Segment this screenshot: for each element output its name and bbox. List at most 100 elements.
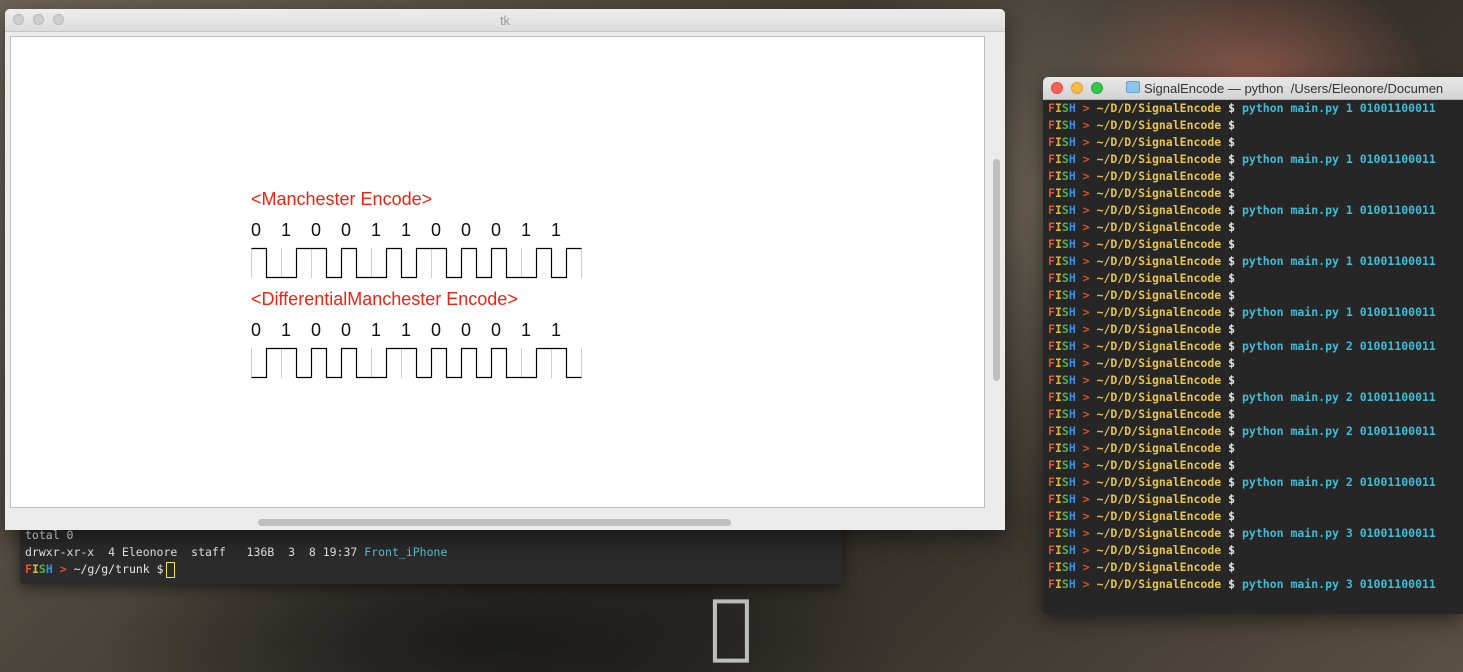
tk-titlebar[interactable]: tk (5, 9, 1005, 32)
fish-letter: H (1068, 407, 1076, 421)
fish-letter: H (1068, 543, 1076, 557)
manchester-waveform (251, 247, 582, 279)
terminal-output-line: drwxr-xr-x 4 Eleonore staff 136B 3 8 19:… (25, 544, 447, 561)
prompt-arrow: > (1082, 424, 1090, 438)
terminal-output[interactable]: FISH > ~/D/D/SignalEncode $ python main.… (1048, 100, 1436, 593)
fish-letter: I (1054, 118, 1062, 132)
prompt-arrow: > (1082, 118, 1090, 132)
prompt-path: ~/D/D/SignalEncode (1096, 339, 1222, 353)
bit-label: 0 (491, 220, 502, 240)
command-text: python main.py 1 01001100011 (1242, 101, 1436, 115)
fish-letter: S (1061, 390, 1069, 404)
bit-label: 0 (341, 220, 352, 240)
tk-window[interactable]: tk <Manchester Encode> 01001100011 <Diff… (5, 9, 1005, 530)
prompt-path: ~/D/D/SignalEncode (1096, 118, 1222, 132)
bit-label: 1 (551, 320, 562, 340)
prompt-arrow: > (1082, 492, 1090, 506)
fish-letter: F (1048, 220, 1055, 234)
terminal-prompt-line: FISH > ~/D/D/SignalEncode $ (1048, 134, 1436, 151)
prompt-symbol: $ (1228, 407, 1236, 421)
listing-text: drwxr-xr-x 4 Eleonore staff 136B 3 8 19:… (25, 545, 358, 559)
prompt-arrow: > (1082, 407, 1090, 421)
terminal-prompt-line: FISH > ~/D/D/SignalEncode $ (1048, 457, 1436, 474)
signal-trace (251, 247, 582, 279)
fish-letter: H (1068, 203, 1076, 217)
terminal-prompt-line[interactable]: FISH > ~/g/g/trunk $ (25, 561, 175, 578)
bit-label: 0 (311, 220, 322, 240)
vertical-scrollbar[interactable] (993, 159, 1000, 381)
bit-label: 0 (431, 320, 442, 340)
prompt-symbol: $ (1228, 271, 1236, 285)
terminal-prompt-line: FISH > ~/D/D/SignalEncode $ python main.… (1048, 525, 1436, 542)
prompt-path: ~/D/D/SignalEncode (1096, 526, 1222, 540)
bit-label: 0 (431, 220, 442, 240)
fish-letter: H (1068, 509, 1076, 523)
fish-letter: H (1068, 135, 1076, 149)
fish-letter: I (1054, 203, 1062, 217)
fish-letter: S (1061, 118, 1069, 132)
close-button[interactable] (1051, 82, 1063, 94)
fish-letter: S (1061, 135, 1069, 149)
fish-letter: F (1048, 577, 1055, 591)
prompt-arrow: > (1082, 560, 1090, 574)
directory-name: Front_iPhone (364, 545, 448, 559)
fish-letter: I (1054, 475, 1062, 489)
fish-letter: F (1048, 390, 1055, 404)
encoding-canvas[interactable]: <Manchester Encode> 01001100011 <Differe… (10, 36, 985, 508)
fish-letter: F (1048, 288, 1055, 302)
fish-letter: H (1068, 118, 1076, 132)
fish-letter: S (1061, 492, 1069, 506)
prompt-path: ~/D/D/SignalEncode (1096, 475, 1222, 489)
fish-letter: F (1048, 203, 1055, 217)
fish-letter: S (1061, 373, 1069, 387)
fish-letter: I (1054, 288, 1062, 302)
command-text: python main.py 2 01001100011 (1242, 390, 1436, 404)
terminal-prompt-line: FISH > ~/D/D/SignalEncode $ python main.… (1048, 338, 1436, 355)
bit-label: 0 (251, 220, 262, 240)
fish-letter: H (1068, 254, 1076, 268)
fish-letter: I (1054, 356, 1062, 370)
zoom-button[interactable] (1091, 82, 1103, 94)
prompt-arrow: > (1082, 237, 1090, 251)
terminal-titlebar[interactable]: SignalEncode — python /Users/Eleonore/Do… (1043, 77, 1463, 100)
fish-letter: I (1054, 237, 1062, 251)
fish-letter: H (1068, 424, 1076, 438)
fish-letter: S (1061, 356, 1069, 370)
terminal-prompt-line: FISH > ~/D/D/SignalEncode $ (1048, 355, 1436, 372)
terminal-prompt-line: FISH > ~/D/D/SignalEncode $ (1048, 559, 1436, 576)
minimize-button[interactable] (1071, 82, 1083, 94)
fish-letter: F (1048, 101, 1055, 115)
command-text: python main.py 2 01001100011 (1242, 475, 1436, 489)
prompt-arrow: > (1082, 458, 1090, 472)
terminal-prompt-line: FISH > ~/D/D/SignalEncode $ (1048, 168, 1436, 185)
prompt-arrow: > (1082, 135, 1090, 149)
bit-label: 0 (341, 320, 352, 340)
fish-letter: S (1061, 509, 1069, 523)
prompt-symbol: $ (1228, 135, 1236, 149)
signalencode-terminal-window[interactable]: SignalEncode — python /Users/Eleonore/Do… (1043, 77, 1463, 614)
fish-letter: F (1048, 305, 1055, 319)
fish-letter: I (1054, 169, 1062, 183)
prompt-path: ~/D/D/SignalEncode (1096, 271, 1222, 285)
bit-label: 1 (401, 320, 412, 340)
bit-label: 0 (251, 320, 262, 340)
fish-letter: H (1068, 356, 1076, 370)
fish-letter: H (1068, 492, 1076, 506)
fish-letter: I (1054, 543, 1062, 557)
fish-letter: S (1061, 220, 1069, 234)
horizontal-scrollbar[interactable] (258, 519, 731, 526)
fish-letter: I (1054, 390, 1062, 404)
prompt-path: ~/D/D/SignalEncode (1096, 373, 1222, 387)
fish-letter: S (1061, 305, 1069, 319)
terminal-prompt-line: FISH > ~/D/D/SignalEncode $ (1048, 117, 1436, 134)
bit-label: 0 (311, 320, 322, 340)
prompt-symbol: $ (1228, 118, 1236, 132)
prompt-path: ~/D/D/SignalEncode (1096, 135, 1222, 149)
prompt-path: ~/D/D/SignalEncode (1096, 356, 1222, 370)
fish-letter: S (1061, 577, 1069, 591)
fish-letter: H (1068, 390, 1076, 404)
fish-letter: F (1048, 543, 1055, 557)
fish-letter: I (1054, 271, 1062, 285)
bit-label: 0 (461, 220, 472, 240)
fish-letter: I (1054, 305, 1062, 319)
